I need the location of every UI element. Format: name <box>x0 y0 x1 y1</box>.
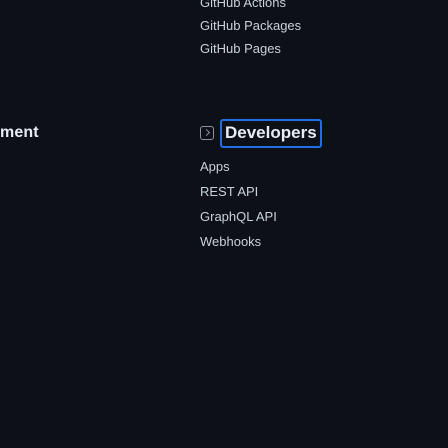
link-webhooks[interactable]: Webhooks <box>200 235 322 248</box>
developers-link-list: Apps REST API GraphQL API Webhooks <box>200 160 322 248</box>
page: ment GitHub Actions GitHub Packages GitH… <box>0 0 448 448</box>
link-graphql-api[interactable]: GraphQL API <box>200 210 322 223</box>
developers-section: Developers Apps REST API GraphQL API Web… <box>200 118 322 260</box>
link-rest-api[interactable]: REST API <box>200 185 322 198</box>
products-link-list: GitHub Actions GitHub Packages GitHub Pa… <box>200 0 301 65</box>
link-apps[interactable]: Apps <box>200 160 322 173</box>
link-github-packages[interactable]: GitHub Packages <box>200 19 301 32</box>
link-github-actions[interactable]: GitHub Actions <box>200 0 301 9</box>
section-heading-partial: ment <box>0 124 39 141</box>
link-github-pages[interactable]: GitHub Pages <box>200 42 301 55</box>
terminal-icon <box>200 126 214 140</box>
developers-header: Developers <box>200 118 322 148</box>
developers-title[interactable]: Developers <box>220 118 322 148</box>
